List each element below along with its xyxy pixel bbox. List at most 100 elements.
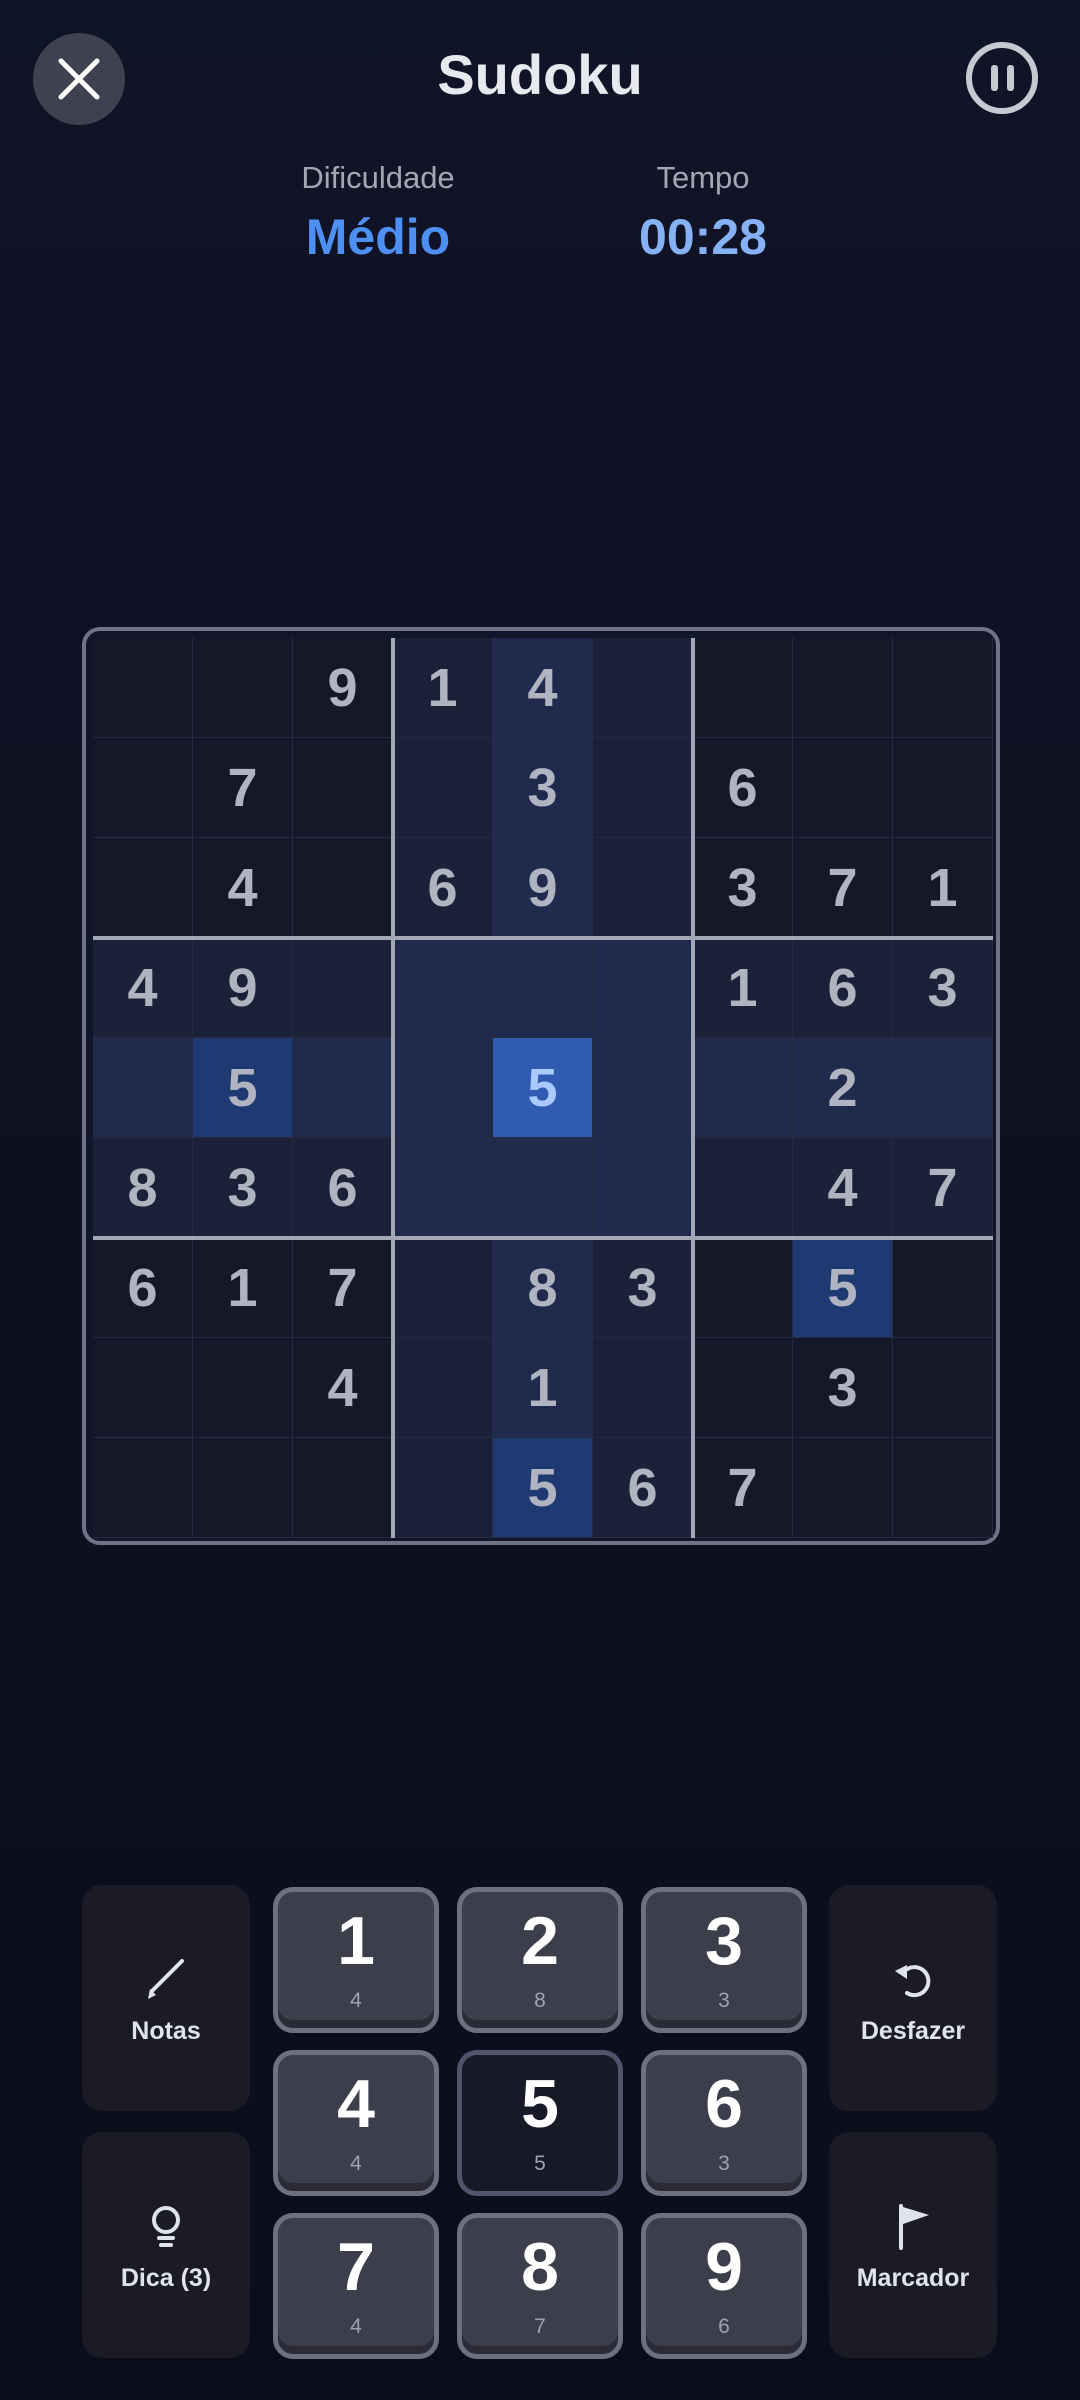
sudoku-cell[interactable]: 1 (193, 1238, 293, 1338)
sudoku-cell[interactable] (93, 1338, 193, 1438)
sudoku-cell[interactable]: 9 (293, 638, 393, 738)
undo-button[interactable]: Desfazer (829, 1885, 997, 2111)
sudoku-cell[interactable] (293, 1438, 393, 1538)
sudoku-cell[interactable] (193, 1338, 293, 1438)
pause-button[interactable] (966, 42, 1038, 114)
sudoku-cell[interactable] (193, 638, 293, 738)
sudoku-cell[interactable] (893, 1438, 993, 1538)
number-button-2[interactable]: 2 8 (457, 1887, 623, 2033)
sudoku-cell[interactable] (93, 1038, 193, 1138)
sudoku-cell[interactable] (393, 1238, 493, 1338)
sudoku-cell[interactable]: 1 (393, 638, 493, 738)
sudoku-cell[interactable]: 8 (93, 1138, 193, 1238)
sudoku-cell[interactable] (93, 638, 193, 738)
sudoku-cell[interactable] (693, 638, 793, 738)
sudoku-cell[interactable] (293, 738, 393, 838)
sudoku-cell[interactable] (593, 1338, 693, 1438)
sudoku-cell[interactable]: 4 (193, 838, 293, 938)
number-button-8[interactable]: 8 7 (457, 2213, 623, 2359)
sudoku-cell[interactable]: 1 (893, 838, 993, 938)
number-digit: 7 (337, 2229, 375, 2305)
sudoku-cell[interactable] (593, 838, 693, 938)
sudoku-cell[interactable]: 4 (93, 938, 193, 1038)
sudoku-cell[interactable]: 3 (693, 838, 793, 938)
sudoku-cell[interactable] (693, 1038, 793, 1138)
sudoku-cell[interactable]: 6 (93, 1238, 193, 1338)
number-button-9[interactable]: 9 6 (641, 2213, 807, 2359)
pencil-icon (148, 1958, 184, 1999)
sudoku-cell[interactable]: 4 (793, 1138, 893, 1238)
number-button-6[interactable]: 6 3 (641, 2050, 807, 2196)
sudoku-cell[interactable]: 2 (793, 1038, 893, 1138)
sudoku-cell[interactable]: 7 (893, 1138, 993, 1238)
sudoku-cell[interactable] (293, 838, 393, 938)
sudoku-cell[interactable]: 6 (393, 838, 493, 938)
sudoku-cell[interactable] (593, 638, 693, 738)
sudoku-cell[interactable] (593, 1038, 693, 1138)
sudoku-cell[interactable]: 1 (693, 938, 793, 1038)
sudoku-cell[interactable]: 3 (493, 738, 593, 838)
sudoku-cell[interactable] (393, 1038, 493, 1138)
sudoku-cell[interactable]: 7 (293, 1238, 393, 1338)
sudoku-cell[interactable] (493, 1138, 593, 1238)
sudoku-cell[interactable] (693, 1138, 793, 1238)
sudoku-cell[interactable]: 9 (493, 838, 593, 938)
sudoku-cell[interactable]: 8 (493, 1238, 593, 1338)
sudoku-cell[interactable] (93, 738, 193, 838)
number-button-1[interactable]: 1 4 (273, 1887, 439, 2033)
sudoku-cell[interactable] (893, 1338, 993, 1438)
sudoku-cell[interactable] (593, 738, 693, 838)
sudoku-cell[interactable]: 4 (293, 1338, 393, 1438)
flag-button[interactable]: Marcador (829, 2132, 997, 2358)
sudoku-cell[interactable]: 3 (193, 1138, 293, 1238)
sudoku-cell[interactable]: 3 (893, 938, 993, 1038)
sudoku-cell[interactable] (293, 938, 393, 1038)
sudoku-cell[interactable] (493, 938, 593, 1038)
sudoku-cell[interactable] (93, 1438, 193, 1538)
sudoku-cell[interactable]: 6 (693, 738, 793, 838)
number-button-4[interactable]: 4 4 (273, 2050, 439, 2196)
sudoku-cell[interactable] (393, 738, 493, 838)
hint-button[interactable]: Dica (3) (82, 2132, 250, 2358)
time-value: 00:28 (639, 209, 767, 265)
sudoku-cell[interactable]: 1 (493, 1338, 593, 1438)
sudoku-cell[interactable]: 7 (193, 738, 293, 838)
sudoku-cell[interactable] (93, 838, 193, 938)
notes-button[interactable]: Notas (82, 1885, 250, 2111)
number-button-5[interactable]: 5 5 (457, 2050, 623, 2196)
number-button-3[interactable]: 3 3 (641, 1887, 807, 2033)
sudoku-cell[interactable]: 6 (793, 938, 893, 1038)
sudoku-cell[interactable] (293, 1038, 393, 1138)
sudoku-cell[interactable] (693, 1338, 793, 1438)
sudoku-cell[interactable]: 5 (493, 1038, 593, 1138)
sudoku-cell[interactable]: 3 (793, 1338, 893, 1438)
sudoku-cell[interactable] (893, 1038, 993, 1138)
number-button-7[interactable]: 7 4 (273, 2213, 439, 2359)
sudoku-cell[interactable] (393, 1438, 493, 1538)
sudoku-cell[interactable] (193, 1438, 293, 1538)
sudoku-cell[interactable] (693, 1238, 793, 1338)
sudoku-cell[interactable]: 5 (793, 1238, 893, 1338)
sudoku-cell[interactable] (593, 938, 693, 1038)
sudoku-cell[interactable]: 5 (193, 1038, 293, 1138)
sudoku-cell[interactable] (893, 638, 993, 738)
sudoku-cell[interactable]: 7 (793, 838, 893, 938)
sudoku-cell[interactable]: 3 (593, 1238, 693, 1338)
sudoku-cell[interactable]: 6 (293, 1138, 393, 1238)
sudoku-cell[interactable] (393, 1138, 493, 1238)
sudoku-cell[interactable] (793, 738, 893, 838)
sudoku-cell[interactable]: 7 (693, 1438, 793, 1538)
sudoku-cell[interactable] (793, 1438, 893, 1538)
sudoku-cell[interactable]: 9 (193, 938, 293, 1038)
sudoku-cell[interactable]: 4 (493, 638, 593, 738)
sudoku-cell[interactable] (593, 1138, 693, 1238)
box-divider (691, 638, 695, 1538)
sudoku-cell[interactable] (893, 1238, 993, 1338)
box-divider (391, 638, 395, 1538)
sudoku-cell[interactable] (393, 1338, 493, 1438)
sudoku-cell[interactable] (893, 738, 993, 838)
sudoku-cell[interactable]: 6 (593, 1438, 693, 1538)
sudoku-cell[interactable]: 5 (493, 1438, 593, 1538)
sudoku-cell[interactable] (793, 638, 893, 738)
sudoku-cell[interactable] (393, 938, 493, 1038)
